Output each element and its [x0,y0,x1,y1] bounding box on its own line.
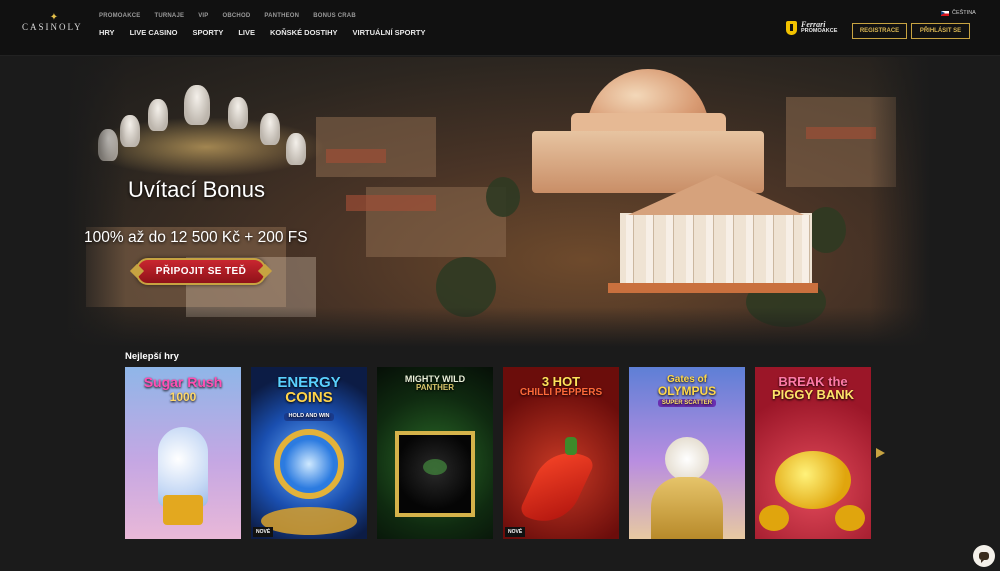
game-title: ENERGY COINS HOLD AND WIN [255,375,363,421]
tree [806,207,846,253]
city-roof [806,127,876,139]
register-button[interactable]: REGISTRACE [852,23,907,39]
statue [260,113,280,145]
game-title-line2: COINS [285,389,333,406]
city-building [316,117,436,177]
statue [184,85,210,125]
coin-pile-image [261,507,357,535]
zeus-body-image [651,477,723,539]
pantheon-pediment [628,175,804,215]
primary-nav: HRY LIVE CASINO SPORTY LIVE KOŇSKÉ DOSTI… [99,28,425,37]
hero-fade-left [66,57,126,347]
city-roof [326,149,386,163]
statue [228,97,248,129]
chat-icon [979,552,989,563]
game-title: Sugar Rush 1000 [129,375,237,403]
nav-bonus-crab[interactable]: BONUS CRAB [313,13,356,19]
game-tag: HOLD AND WIN [284,413,334,421]
pantheon-base [608,283,818,293]
gumball-base-image [163,495,203,525]
ferrari-logo-icon [786,21,797,35]
hero-subtitle: 100% až do 12 500 Kč + 200 FS [84,229,308,246]
zeus-head-image [665,437,709,481]
chat-button[interactable] [973,545,995,567]
panther-eyes-image [423,459,447,475]
casinoly-logo[interactable]: CASINOLY ✦ [22,12,86,40]
new-badge: NOVÉ [505,527,526,537]
czech-flag-icon [941,10,949,16]
column [802,215,809,285]
chilli-pepper-image [518,440,596,534]
ferrari-brand: Ferrari [801,20,826,29]
login-button[interactable]: PŘIHLÁSIT SE [911,23,970,39]
nav-virtualni-sporty[interactable]: VIRTUÁLNÍ SPORTY [353,28,426,37]
game-tile-3-hot-chilli-peppers[interactable]: 3 HOT CHILLI PEPPERS NOVÉ [503,367,619,539]
new-badge: NOVÉ [253,527,274,537]
nav-sporty[interactable]: SPORTY [193,28,224,37]
column [706,215,713,285]
game-tile-break-the-piggy-bank[interactable]: BREAK the PIGGY BANK [755,367,871,539]
game-title: BREAK the PIGGY BANK [759,375,867,401]
secondary-nav: PROMOAKCE TURNAJE VIP OBCHOD PANTHEON BO… [99,13,356,19]
logo-star-icon: ✦ [49,12,59,23]
small-piggy-image [759,505,789,531]
statue [148,99,168,131]
column [746,215,753,285]
game-tile-sugar-rush[interactable]: Sugar Rush 1000 [125,367,241,539]
column [786,215,793,285]
column [666,215,673,285]
hero-fade-bottom [66,307,930,347]
nav-live-casino[interactable]: LIVE CASINO [130,28,178,37]
game-tag: SUPER SCATTER [657,399,717,407]
column [726,215,733,285]
game-title: MIGHTY WILD PANTHER [381,375,489,392]
god-statues [98,79,318,165]
ferrari-label: PROMOAKCE [801,28,838,34]
game-title-line2: 1000 [169,390,197,404]
game-title: 3 HOT CHILLI PEPPERS [507,375,615,398]
nav-live[interactable]: LIVE [238,28,255,37]
game-title-line1: ENERGY [277,374,341,391]
site-header: CASINOLY ✦ PROMOAKCE TURNAJE VIP OBCHOD … [0,0,1000,56]
game-title-line2: PIGGY BANK [771,387,855,402]
join-now-button[interactable]: PŘIPOJIT SE TEĎ [136,258,266,285]
column [686,215,693,285]
energy-coin-image [274,429,344,499]
nav-konske-dostihy[interactable]: KOŇSKÉ DOSTIHY [270,28,338,37]
column [646,215,653,285]
game-title-line1: Sugar Rush [143,374,223,390]
hero-banner[interactable]: Uvítací Bonus 100% až do 12 500 Kč + 200… [66,57,930,347]
ferrari-text: Ferrari PROMOAKCE [801,21,837,35]
language-selector[interactable]: ČEŠTINA [941,10,976,16]
pantheon-illustration [512,63,818,315]
ferrari-promo-link[interactable]: Ferrari PROMOAKCE [786,21,837,35]
nav-vip[interactable]: VIP [198,13,208,19]
column [626,215,633,285]
game-title-line2: PANTHER [415,383,455,392]
language-label: ČEŠTINA [952,10,976,16]
game-title-line2: CHILLI PEPPERS [519,387,603,398]
game-title: Gates of OLYMPUS SUPER SCATTER [633,375,741,407]
top-games-row: Sugar Rush 1000 ENERGY COINS HOLD AND WI… [125,367,871,539]
game-tile-energy-coins[interactable]: ENERGY COINS HOLD AND WIN NOVÉ [251,367,367,539]
game-title-line2: OLYMPUS [657,384,717,398]
top-games-heading: Nejlepší hry [125,351,179,362]
golden-piggy-image [775,451,851,509]
nav-pantheon[interactable]: PANTHEON [264,13,299,19]
city-roof [346,195,436,211]
next-arrow-icon[interactable] [876,448,885,458]
hero-fade-right [870,57,930,347]
nav-obchod[interactable]: OBCHOD [223,13,251,19]
statue [286,133,306,165]
column [766,215,773,285]
nav-promoakce[interactable]: PROMOAKCE [99,13,140,19]
hero-title: Uvítací Bonus [128,177,265,202]
nav-turnaje[interactable]: TURNAJE [154,13,184,19]
pepper-stem-image [565,437,577,455]
game-tile-gates-of-olympus[interactable]: Gates of OLYMPUS SUPER SCATTER [629,367,745,539]
small-piggy-image [835,505,865,531]
nav-hry[interactable]: HRY [99,28,115,37]
game-tile-mighty-wild-panther[interactable]: MIGHTY WILD PANTHER [377,367,493,539]
